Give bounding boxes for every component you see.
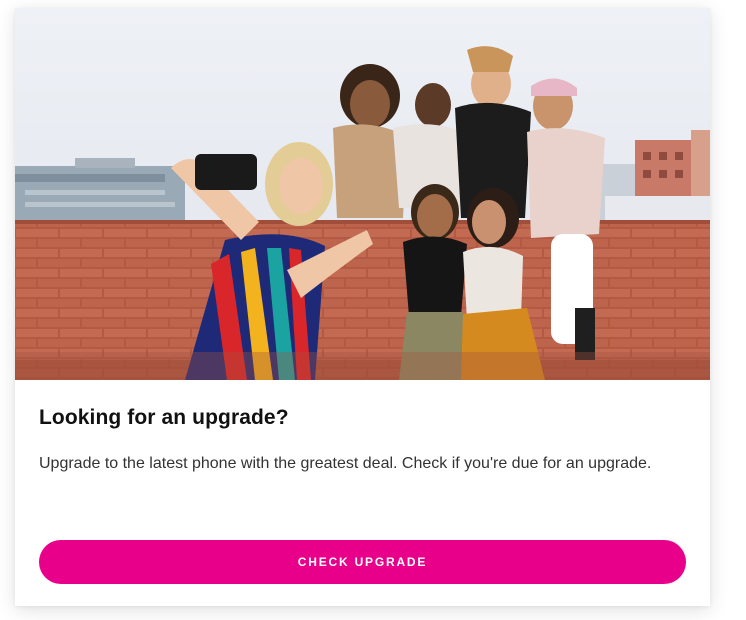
hero-image — [15, 8, 710, 380]
card-description: Upgrade to the latest phone with the gre… — [39, 455, 652, 472]
check-upgrade-button[interactable]: CHECK UPGRADE — [39, 540, 686, 584]
card-title: Looking for an upgrade? — [39, 406, 289, 429]
upgrade-promo-card: Looking for an upgrade? Upgrade to the l… — [15, 8, 710, 606]
